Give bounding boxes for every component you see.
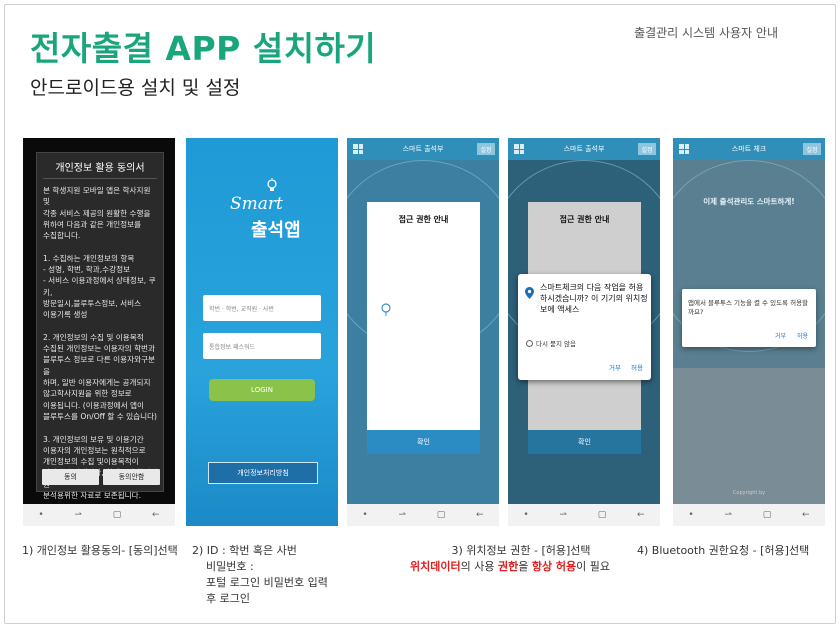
- app-banner-text: 이제 출석관리도 스마트하게!: [703, 197, 795, 206]
- confirm-button[interactable]: 확인: [367, 430, 480, 454]
- recents-icon[interactable]: ⇀: [74, 510, 82, 520]
- grid-menu-icon[interactable]: [679, 144, 689, 154]
- caption-step-1: 1) 개인정보 활용동의- [동의]선택: [22, 544, 178, 557]
- consent-buttons: 동의 동의안함: [42, 469, 160, 485]
- caption-text: 이 필요: [576, 560, 611, 573]
- app-header-title: 스마트 출석부: [402, 145, 444, 153]
- dot-icon[interactable]: •: [362, 510, 367, 520]
- permission-question: 스마트체크의 다음 작업을 허용하시겠습니까? 이 기기의 위치정보에 액세스: [540, 283, 648, 314]
- allow-button[interactable]: 허용: [631, 362, 643, 372]
- caption-step-2: 2) ID : 학번 혹은 사번 비밀번호 : 포털 로그인 비밀번호 입력 후…: [192, 543, 328, 607]
- phone-screenshot-consent: 개인정보 활용 동의서 본 학생지원 모바일 앱은 학사지원 및 각종 서비스 …: [23, 138, 175, 526]
- privacy-policy-button[interactable]: 개인정보처리방침: [208, 462, 318, 484]
- caption-step-3: 3) 위치정보 권한 - [허용]선택 위치데이터의 사용 권한을 항상 허용이…: [410, 543, 610, 575]
- disagree-button[interactable]: 동의안함: [103, 469, 160, 485]
- slide: 전자출결 APP 설치하기 안드로이드용 설치 및 설정 출결관리 시스템 사용…: [0, 0, 840, 630]
- caption-step-2-line-1: 2) ID : 학번 혹은 사번: [192, 544, 297, 557]
- grid-menu-icon[interactable]: [514, 144, 524, 154]
- page-subtitle: 안드로이드용 설치 및 설정: [30, 77, 241, 99]
- phone-screenshot-bluetooth-permission: 스마트 체크 설정 이제 출석관리도 스마트하게! Copyright by 앱…: [673, 138, 825, 526]
- settings-button[interactable]: 설정: [477, 143, 495, 155]
- location-pin-icon: [525, 287, 534, 299]
- permission-info-dialog: 접근 권한 안내 확인: [367, 202, 480, 454]
- location-icon: [381, 303, 391, 316]
- location-permission-dialog: 스마트체크의 다음 작업을 허용하시겠습니까? 이 기기의 위치정보에 액세스 …: [518, 274, 651, 380]
- home-icon[interactable]: ▢: [598, 510, 607, 520]
- consent-dialog: 개인정보 활용 동의서 본 학생지원 모바일 앱은 학사지원 및 각종 서비스 …: [36, 152, 164, 526]
- dialog-title: 접근 권한 안내: [398, 215, 449, 224]
- lightbulb-icon: [267, 178, 277, 191]
- grid-menu-icon[interactable]: [353, 144, 363, 154]
- app-header-title: 스마트 체크: [731, 145, 767, 153]
- id-input[interactable]: 학번 · 학번, 교직원 · 사번: [203, 295, 321, 321]
- caption-step-2-line-3: 포털 로그인 비밀번호 입력: [206, 576, 328, 589]
- deny-button[interactable]: 거부: [609, 362, 621, 372]
- caption-highlight-location-data: 위치데이터: [410, 560, 461, 573]
- app-header: 스마트 체크 설정: [673, 138, 825, 160]
- caption-step-3-line-2: 위치데이터의 사용 권한을 항상 허용이 필요: [410, 559, 610, 575]
- allow-button[interactable]: 허용: [797, 331, 808, 340]
- recents-icon[interactable]: ⇀: [398, 510, 406, 520]
- back-icon[interactable]: ←: [802, 510, 810, 520]
- android-navbar: • ⇀ ▢ ←: [508, 504, 660, 526]
- caption-step-3-line-1: 3) 위치정보 권한 - [허용]선택: [451, 544, 591, 557]
- login-button[interactable]: LOGIN: [209, 379, 315, 401]
- android-navbar: • ⇀ ▢ ←: [347, 504, 499, 526]
- deny-button[interactable]: 거부: [775, 331, 786, 340]
- dot-icon[interactable]: •: [38, 510, 43, 520]
- recents-icon[interactable]: ⇀: [724, 510, 732, 520]
- app-lower-panel: [673, 368, 825, 504]
- recents-icon[interactable]: ⇀: [559, 510, 567, 520]
- caption-step-2-line-2: 비밀번호 :: [206, 560, 254, 573]
- agree-button[interactable]: 동의: [42, 469, 99, 485]
- consent-title: 개인정보 활용 동의서: [43, 153, 157, 179]
- app-logo-subtext: 출석앱: [251, 220, 301, 241]
- back-icon[interactable]: ←: [637, 510, 645, 520]
- caption-step-2-line-4: 후 로그인: [206, 592, 250, 605]
- password-input[interactable]: 통합정보 패스워드: [203, 333, 321, 359]
- dialog-title: 접근 권한 안내: [559, 215, 610, 224]
- settings-button[interactable]: 설정: [803, 143, 821, 155]
- home-icon[interactable]: ▢: [113, 510, 122, 520]
- app-logo-text: Smart: [230, 194, 283, 214]
- bluetooth-permission-dialog: 앱에서 블루투스 기능을 켤 수 있도록 허용할까요? 거부 허용: [682, 289, 816, 347]
- home-icon[interactable]: ▢: [437, 510, 446, 520]
- phone-screenshot-login: Smart 출석앱 학번 · 학번, 교직원 · 사번 통합정보 패스워드 LO…: [186, 138, 338, 526]
- header-caption: 출결관리 시스템 사용자 안내: [634, 26, 778, 40]
- settings-button[interactable]: 설정: [638, 143, 656, 155]
- caption-text: 의 사용: [460, 560, 498, 573]
- dot-icon[interactable]: •: [523, 510, 528, 520]
- never-ask-label: 다시 묻지 않음: [536, 340, 577, 348]
- android-navbar: • ⇀ ▢ ←: [23, 504, 175, 526]
- back-icon[interactable]: ←: [476, 510, 484, 520]
- app-header-title: 스마트 출석부: [563, 145, 605, 153]
- android-navbar: • ⇀ ▢ ←: [673, 504, 825, 526]
- dot-icon[interactable]: •: [688, 510, 693, 520]
- phone-screenshot-permission-info: 스마트 출석부 설정 접근 권한 안내 확인 • ⇀ ▢ ←: [347, 138, 499, 526]
- home-icon[interactable]: ▢: [763, 510, 772, 520]
- app-header: 스마트 출석부 설정: [347, 138, 499, 160]
- confirm-button[interactable]: 확인: [528, 430, 641, 454]
- never-ask-option[interactable]: 다시 묻지 않음: [526, 338, 576, 348]
- caption-text: 을: [518, 560, 532, 573]
- bluetooth-question: 앱에서 블루투스 기능을 켤 수 있도록 허용할까요?: [688, 299, 809, 316]
- caption-highlight-always-allow: 항상 허용: [531, 560, 577, 573]
- app-header: 스마트 출석부 설정: [508, 138, 660, 160]
- copyright-text: Copyright by: [732, 490, 766, 496]
- radio-icon[interactable]: [526, 339, 533, 347]
- phone-screenshot-location-permission: 스마트 출석부 설정 접근 권한 안내 확인 스마트체크의 다음 작업을 허용하…: [508, 138, 660, 526]
- back-icon[interactable]: ←: [152, 510, 160, 520]
- caption-step-4: 4) Bluetooth 권한요청 - [허용]선택: [637, 544, 810, 557]
- caption-highlight-permission: 권한: [497, 560, 519, 573]
- page-title: 전자출결 APP 설치하기: [30, 29, 377, 68]
